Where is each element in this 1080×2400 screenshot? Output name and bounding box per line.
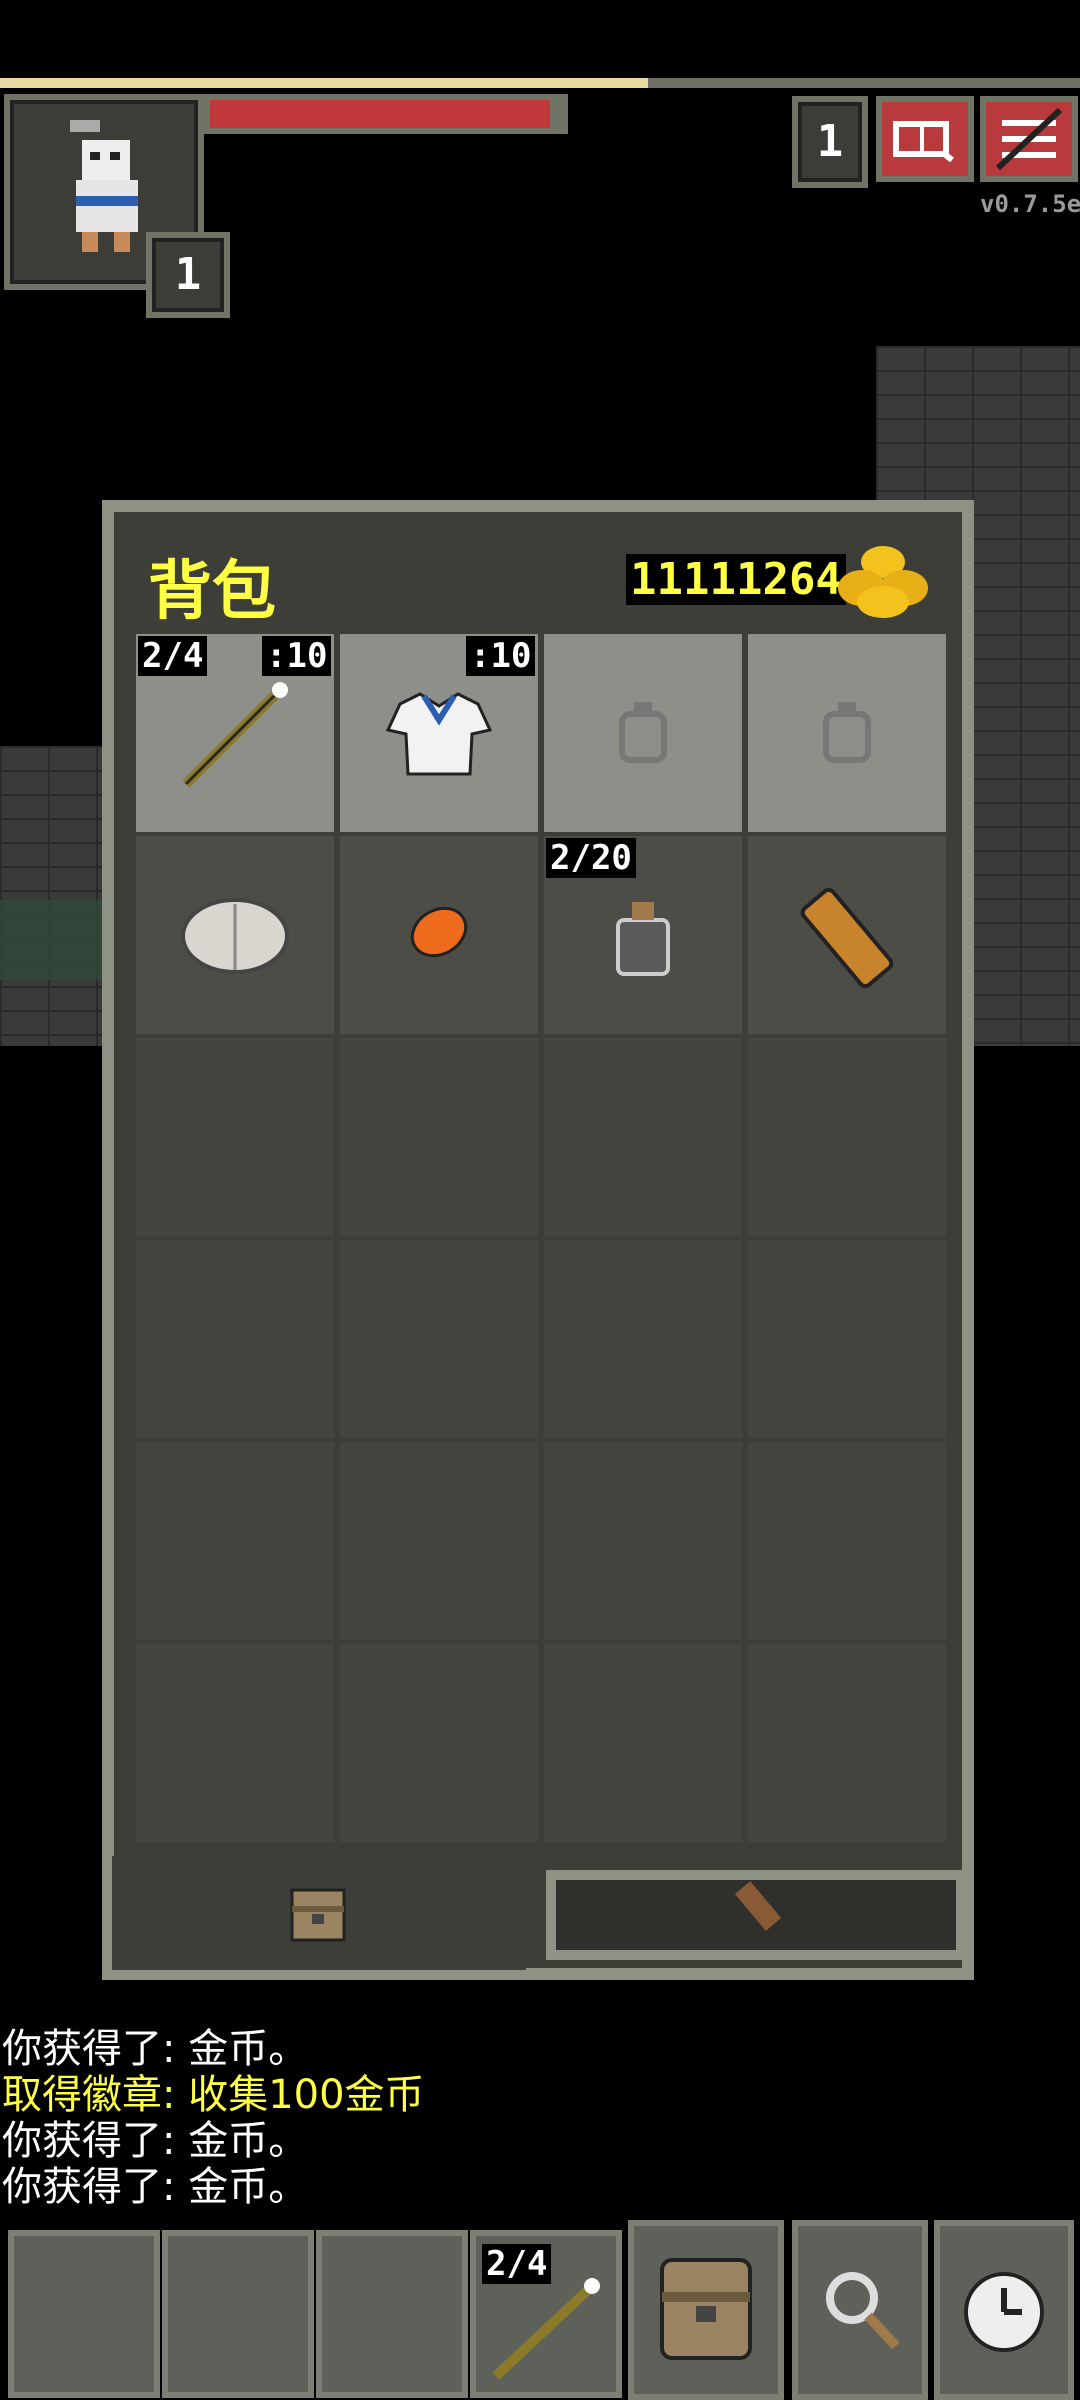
tab-scroll-holder[interactable] [546,1870,966,1960]
seed-icon [410,906,468,958]
ration-icon [181,898,289,974]
log-message: 你获得了: 金币。 [2,2118,309,2164]
hero-level-badge: 1 [146,232,230,318]
quickslot-wand-charges: 2/4 [482,2244,552,2284]
health-fill [210,100,550,128]
item-slot-empty[interactable] [340,1240,538,1438]
tab-backpack[interactable] [112,1856,526,1970]
journal-button[interactable] [876,96,974,182]
log-message: 你获得了: 金币。 [2,2164,309,2210]
dungeon-wall-left [0,746,110,1046]
item-slot-empty[interactable] [544,1038,742,1236]
quickslot-1[interactable] [8,2230,160,2398]
weapon-level: :10 [262,636,332,676]
depth-indicator: 1 [792,96,868,188]
health-bar [204,94,568,134]
depth-number: 1 [816,116,844,167]
item-slot-food[interactable] [136,836,334,1034]
weapon-charges: 2/4 [138,636,208,676]
misc-slot-1[interactable] [544,634,742,832]
empty-ring-icon-2 [823,702,871,763]
item-slot-empty[interactable] [748,1240,946,1438]
backpack-icon [660,2258,752,2360]
item-slot-empty[interactable] [136,1240,334,1438]
item-slot-empty[interactable] [748,1442,946,1640]
item-slot-empty[interactable] [340,1038,538,1236]
item-slot-empty[interactable] [136,1644,334,1842]
item-slot-empty[interactable] [748,1644,946,1842]
item-slot-empty[interactable] [544,1644,742,1842]
misc-slot-2[interactable] [748,634,946,832]
journal-icon [893,121,954,163]
log-message-badge: 取得徽章: 收集100金币 [2,2072,425,2118]
wait-button[interactable] [934,2220,1074,2400]
item-slot-empty[interactable] [136,1038,334,1236]
item-slot-empty[interactable] [748,1038,946,1236]
item-slot-empty[interactable] [136,1442,334,1640]
item-slot-empty[interactable] [340,1644,538,1842]
item-slot-scroll[interactable] [748,836,946,1034]
waterskin-count: 2/20 [546,838,636,878]
version-label: v0.7.5e [980,190,1080,218]
empty-ring-icon [619,702,667,763]
gold-pile-icon [838,546,928,618]
quickslot-3[interactable] [316,2230,468,2398]
scroll-holder-icon [800,887,894,989]
log-message: 你获得了: 金币。 [2,2026,309,2072]
magnifier-icon [826,2272,900,2350]
item-slot-seed[interactable] [340,836,538,1034]
gold-amount: 11111264 [626,554,846,605]
hero-level: 1 [174,249,202,300]
backpack-tab-icon [290,1888,346,1942]
backpack-button[interactable] [628,2220,784,2400]
scroll-holder-tab-icon [734,1881,782,1931]
item-slot-empty[interactable] [544,1240,742,1438]
water-tile [0,900,110,980]
clock-icon [964,2272,1044,2352]
experience-fill [0,78,648,88]
item-slot-empty[interactable] [340,1442,538,1640]
armor-level: :10 [466,636,536,676]
menu-icon [995,107,1063,171]
search-button[interactable] [792,2220,928,2400]
experience-bar [0,78,1080,88]
backpack-title: 背包 [148,555,276,629]
item-slot-empty[interactable] [544,1442,742,1640]
quickslot-2[interactable] [162,2230,314,2398]
menu-button[interactable] [980,96,1078,182]
